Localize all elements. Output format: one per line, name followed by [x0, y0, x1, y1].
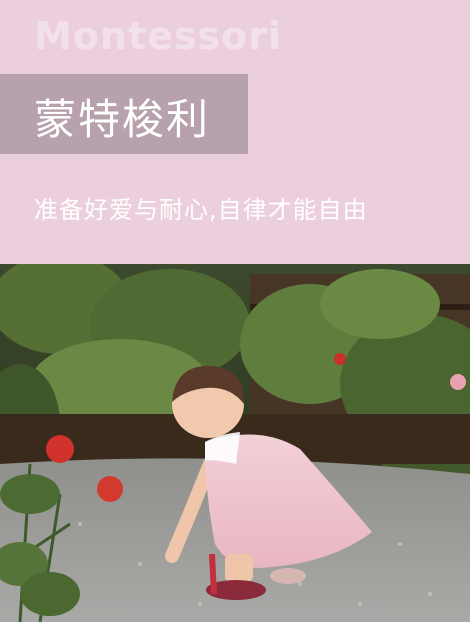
header-panel: Montessori 蒙特梭利 准备好爱与耐心,自律才能自由: [0, 0, 470, 264]
slogan: 准备好爱与耐心,自律才能自由: [34, 196, 368, 224]
garden-photo: [0, 264, 470, 622]
red-rose: [46, 435, 74, 463]
page-title: 蒙特梭利: [34, 95, 211, 144]
poster: Montessori 蒙特梭利 准备好爱与耐心,自律才能自由: [0, 0, 470, 622]
red-rose: [97, 476, 123, 502]
pink-rose: [450, 374, 466, 390]
english-watermark: Montessori: [34, 14, 283, 58]
